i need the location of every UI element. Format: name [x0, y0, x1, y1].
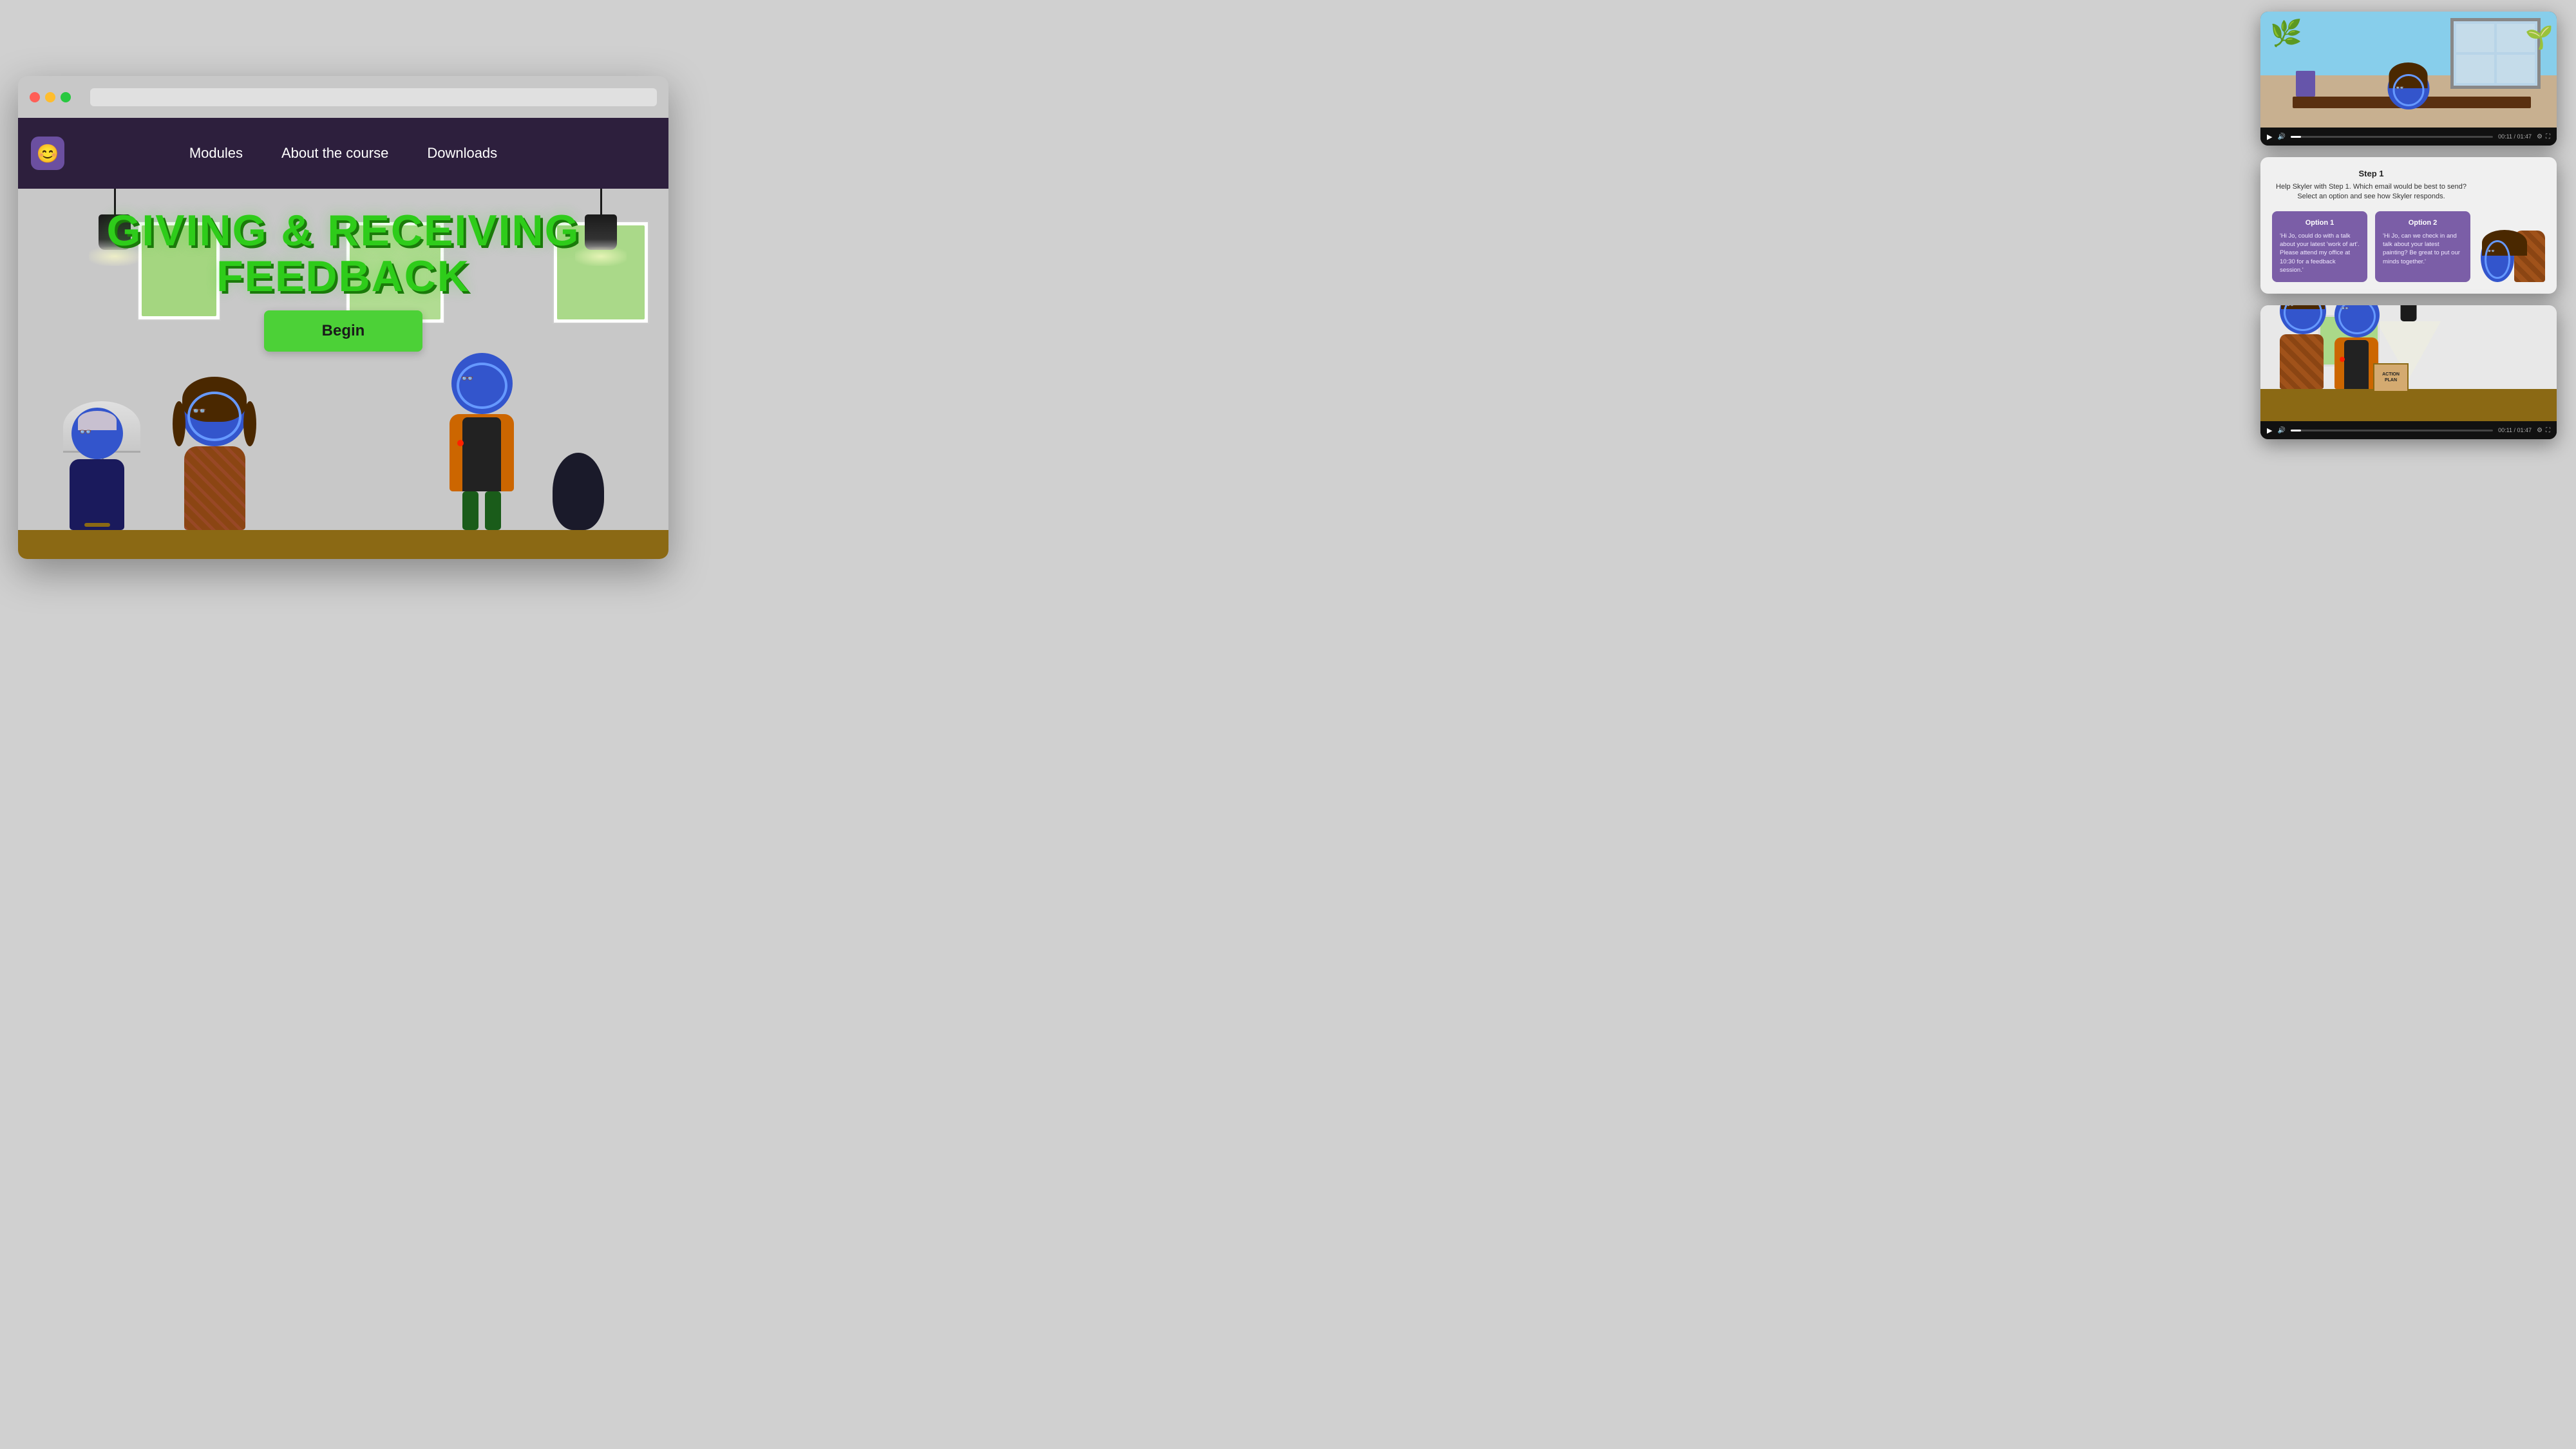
gallery-bg: 👓 👓 — [2260, 305, 2557, 421]
course-title-container: GIVING & RECEIVING FEEDBACK — [107, 208, 580, 300]
office-plant-left: 🌿 — [2270, 18, 2302, 48]
option-1-card[interactable]: Option 1 'Hi Jo, could do with a talk ab… — [2272, 211, 2367, 282]
char4-body — [553, 453, 604, 530]
minimize-button[interactable] — [45, 92, 55, 102]
char3-mask — [457, 363, 507, 409]
lamp-glow — [575, 247, 627, 266]
option-1-text: 'Hi Jo, could do with a talk about your … — [2280, 232, 2360, 274]
option-2-title: Option 2 — [2383, 219, 2463, 227]
scenario-content: Step 1 Help Skyler with Step 1. Which em… — [2272, 169, 2470, 282]
course-logo: 😊 — [31, 137, 64, 170]
option-2-card[interactable]: Option 2 'Hi Jo, can we check in and tal… — [2375, 211, 2470, 282]
office-plant-right: 🌱 — [2525, 24, 2553, 51]
char1-head: 👓 — [71, 408, 123, 459]
course-title: GIVING & RECEIVING FEEDBACK — [107, 208, 580, 300]
char2-body — [184, 446, 245, 530]
traffic-lights — [30, 92, 71, 102]
option-2-text: 'Hi Jo, can we check in and talk about y… — [2383, 232, 2463, 266]
char3-leg-l — [462, 491, 478, 530]
char3-body — [450, 414, 514, 491]
settings-icon-3[interactable]: ⚙ — [2537, 427, 2543, 434]
character-3: 👓 — [450, 353, 514, 530]
char3-head: 👓 — [451, 353, 513, 414]
char2-hair-right — [243, 401, 256, 446]
close-button[interactable] — [30, 92, 40, 102]
gallery-lamp — [2401, 305, 2417, 321]
play-button-1[interactable]: ▶ — [2267, 133, 2272, 141]
char2-head: 👓 — [182, 382, 247, 446]
character-1: 👓 — [70, 408, 124, 530]
nav-downloads[interactable]: Downloads — [427, 145, 497, 162]
browser-window: 😊 Modules About the course Downloads — [18, 76, 668, 559]
video-bg-1: 🌿 🌱 👓 — [2260, 12, 2557, 128]
settings-icon-1[interactable]: ⚙ — [2537, 133, 2543, 140]
char2-mask — [187, 392, 242, 441]
progress-fill-3 — [2291, 430, 2301, 431]
maximize-button[interactable] — [61, 92, 71, 102]
scenario-step-label: Step 1 — [2272, 169, 2470, 178]
char1-belt — [84, 523, 110, 527]
gallery-char1: 👓 — [2280, 305, 2326, 389]
scene1-character: 👓 — [2388, 68, 2430, 109]
char3-button — [457, 440, 464, 446]
gallery-char2: 👓 ACTIONPLAN — [2334, 305, 2380, 389]
char2-hair-left — [173, 401, 185, 446]
lamp-head — [585, 214, 617, 250]
progress-fill-1 — [2291, 136, 2301, 138]
book-stack — [2296, 71, 2315, 97]
video-panel-1: 🌿 🌱 👓 ▶ 🔊 — [2260, 12, 2557, 146]
video-extra-icons-3: ⚙ ⛶ — [2537, 427, 2550, 434]
gallery-floor — [2260, 389, 2557, 421]
character-4 — [553, 453, 604, 530]
course-nav: 😊 Modules About the course Downloads — [18, 118, 668, 189]
char3-leg-r — [485, 491, 501, 530]
scenario-panel: Step 1 Help Skyler with Step 1. Which em… — [2260, 157, 2557, 294]
option-1-title: Option 1 — [2280, 219, 2360, 227]
course-content: 😊 Modules About the course Downloads — [18, 118, 668, 559]
time-display-3: 00:11 / 01:47 — [2498, 427, 2532, 433]
progress-bar-1[interactable] — [2291, 136, 2493, 138]
right-spotlight — [575, 189, 627, 266]
nav-about[interactable]: About the course — [281, 145, 388, 162]
lamp-cord — [600, 189, 602, 214]
time-display-1: 00:11 / 01:47 — [2498, 133, 2532, 140]
video-controls-1[interactable]: ▶ 🔊 00:11 / 01:47 ⚙ ⛶ — [2260, 128, 2557, 146]
fullscreen-icon-3[interactable]: ⛶ — [2546, 427, 2550, 434]
video-area-1: 🌿 🌱 👓 — [2260, 12, 2557, 128]
character-2: 👓 — [182, 382, 247, 530]
play-button-3[interactable]: ▶ — [2267, 426, 2272, 435]
hero-area: GIVING & RECEIVING FEEDBACK Begin — [18, 189, 668, 559]
char3-legs — [462, 491, 501, 530]
scenario-character: 👓 — [2481, 169, 2545, 282]
fullscreen-icon-1[interactable]: ⛶ — [2546, 133, 2550, 140]
nav-links: Modules About the course Downloads — [189, 145, 497, 162]
right-panels: 🌿 🌱 👓 ▶ 🔊 — [2260, 12, 2557, 439]
nav-modules[interactable]: Modules — [189, 145, 243, 162]
char1-glasses: 👓 — [79, 426, 92, 439]
char1-body — [70, 459, 124, 530]
characters-area: 👓 👓 — [18, 340, 668, 559]
action-plan-sign: ACTIONPLAN — [2373, 363, 2409, 392]
volume-icon-1[interactable]: 🔊 — [2277, 133, 2285, 140]
scenario-options: Option 1 'Hi Jo, could do with a talk ab… — [2272, 211, 2470, 282]
video-controls-3[interactable]: ▶ 🔊 00:11 / 01:47 ⚙ ⛶ — [2260, 421, 2557, 439]
video-extra-icons-1: ⚙ ⛶ — [2537, 133, 2550, 140]
scenario-instruction: Help Skyler with Step 1. Which email wou… — [2272, 182, 2470, 202]
video-area-3: 👓 👓 — [2260, 305, 2557, 421]
gallery-panel: 👓 👓 — [2260, 305, 2557, 439]
char2-pattern — [184, 446, 245, 530]
floor — [18, 530, 668, 559]
address-bar[interactable] — [90, 88, 657, 106]
char3-vest — [462, 417, 501, 491]
progress-bar-3[interactable] — [2291, 430, 2493, 431]
begin-button[interactable]: Begin — [264, 310, 423, 352]
browser-chrome — [18, 76, 668, 118]
volume-icon-3[interactable]: 🔊 — [2277, 427, 2285, 434]
